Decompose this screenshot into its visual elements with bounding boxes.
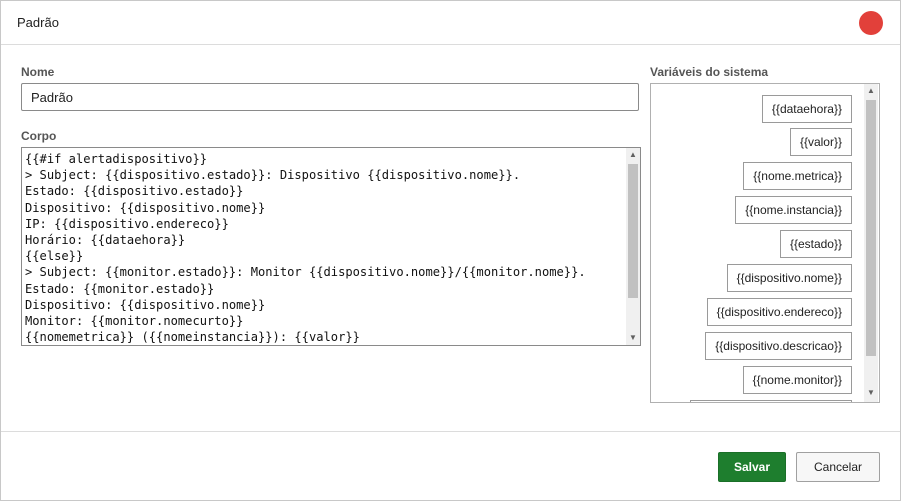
variables-scrollbar[interactable]: ▲ ▼: [864, 84, 878, 402]
dialog-title: Padrão: [17, 15, 59, 30]
variables-scroll-thumb[interactable]: [866, 100, 876, 356]
variables-label: Variáveis do sistema: [650, 65, 769, 79]
variable-chip[interactable]: {{dispositivo.endereco}}: [706, 298, 852, 326]
dialog-header: Padrão: [1, 1, 900, 45]
close-icon[interactable]: [859, 11, 883, 35]
scroll-up-icon[interactable]: ▲: [626, 148, 640, 162]
scroll-down-icon[interactable]: ▼: [864, 386, 878, 400]
body-scroll-thumb[interactable]: [628, 164, 638, 298]
body-scrollbar[interactable]: ▲ ▼: [626, 148, 640, 345]
variables-list: {{dataehora}} {{valor}} {{nome.metrica}}…: [650, 83, 880, 403]
scroll-up-icon[interactable]: ▲: [864, 84, 878, 98]
variable-chip[interactable]: {{nome.monitor}}: [742, 366, 852, 394]
variable-chip[interactable]: {{dispositivo.descricao}}: [705, 332, 852, 360]
body-text[interactable]: {{#if alertadispositivo}} > Subject: {{d…: [25, 151, 625, 344]
variable-chip[interactable]: {{dataehora}}: [761, 95, 852, 123]
name-label: Nome: [21, 65, 55, 79]
variable-chip[interactable]: {{nome.metrica}}: [743, 162, 852, 190]
variable-chip[interactable]: {{estado}}: [779, 230, 852, 258]
body-textarea[interactable]: {{#if alertadispositivo}} > Subject: {{d…: [21, 147, 641, 346]
footer-divider: [1, 431, 900, 432]
variable-chip[interactable]: {{nome.instancia}}: [735, 196, 852, 224]
scroll-down-icon[interactable]: ▼: [626, 331, 640, 345]
save-button[interactable]: Salvar: [718, 452, 786, 482]
template-dialog: Padrão Nome Corpo {{#if alertadispositiv…: [0, 0, 901, 501]
cancel-button[interactable]: Cancelar: [796, 452, 880, 482]
variable-chip[interactable]: {{valor}}: [789, 128, 852, 156]
name-input[interactable]: [21, 83, 639, 111]
variable-chip-partial[interactable]: [690, 400, 852, 402]
variable-chip[interactable]: {{dispositivo.nome}}: [726, 264, 852, 292]
body-label: Corpo: [21, 129, 57, 143]
